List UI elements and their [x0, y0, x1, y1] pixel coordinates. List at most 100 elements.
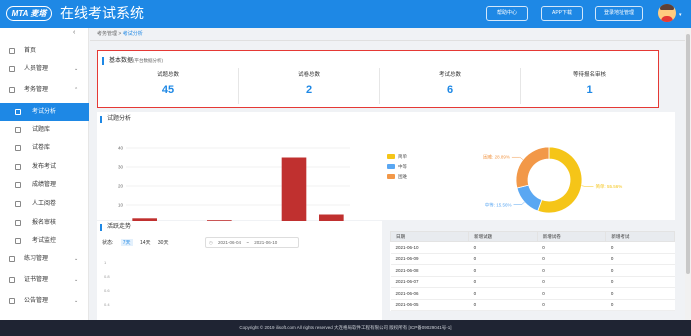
donut-slice-2 [515, 146, 550, 189]
donut-slice-1 [516, 184, 543, 212]
stat-paper-total: 试卷总数 2 [297, 72, 320, 96]
status-label: 状态: [102, 240, 114, 246]
table-cell: 0 [537, 264, 606, 277]
legend-label: 困难 [398, 173, 407, 180]
grading-icon [15, 201, 21, 207]
slice-leader [581, 185, 594, 187]
legend-label: 简单 [398, 153, 407, 160]
publish-icon [15, 164, 21, 170]
table-cell: 0 [605, 276, 675, 288]
user-icon [9, 66, 15, 72]
table-cell: 0 [468, 299, 538, 311]
table-cell: 0 [605, 241, 675, 254]
home-icon [9, 48, 15, 54]
legend-swatch [387, 164, 395, 169]
signup-icon [15, 220, 21, 226]
basic-data-title: 基本数据(平台数据分析) [102, 57, 163, 65]
calendar-icon: ◷ [209, 240, 213, 245]
table-cell: 0 [537, 253, 606, 265]
avatar[interactable] [658, 4, 676, 22]
login-address-button[interactable]: 登录地址管理 [595, 6, 643, 21]
activity-y-tick: 0.8 [104, 274, 110, 279]
sidebar-item-0[interactable]: 首页 [0, 42, 89, 60]
sidebar-item-12[interactable]: 证书管理 ⌄ [0, 271, 89, 289]
table-cell: 0 [537, 276, 606, 288]
table-cell: 0 [537, 299, 606, 311]
table-cell: 2021-06-06 [390, 287, 469, 300]
slice-label: 困难: 28.89% [483, 154, 510, 161]
sidebar: ‹ 首页 人员管理 ⌄ 考务管理 ⌃ 考试分析 试题库 试卷库 发布考试 成绩管理 人工阅卷 报名审核… [0, 28, 89, 320]
difficulty-donut-chart: 简单中等困难简单: 55.56% 中等: 15.56% 困难: 28.89% [387, 146, 622, 214]
notice-icon [9, 298, 15, 304]
table-cell: 0 [468, 253, 538, 265]
table-header: 新增考试 [605, 231, 675, 242]
sidebar-item-2[interactable]: 考务管理 ⌃ [0, 81, 89, 99]
legend-label: 中等 [398, 163, 407, 170]
range-14-days[interactable]: 14天 [140, 239, 151, 246]
analysis-icon [15, 109, 21, 115]
table-row: 2021-06-10 0 0 0 [390, 241, 675, 254]
table-cell: 0 [605, 299, 675, 311]
sidebar-item-9[interactable]: 报名审核 [0, 214, 89, 232]
y-tick-label: 30 [118, 165, 124, 170]
table-cell: 2021-06-07 [390, 276, 469, 288]
chevron-down-icon[interactable]: ▾ [679, 12, 682, 18]
chevron-icon: ⌃ [74, 87, 79, 93]
table-header: 新增试题 [468, 231, 538, 242]
breadcrumb-parent[interactable]: 考务管理 [97, 31, 117, 37]
date-range-picker[interactable]: ◷ 2021-06-04 ~ 2021-06-10 [205, 237, 299, 248]
scrollbar[interactable] [685, 28, 691, 320]
sidebar-item-13[interactable]: 公告管理 ⌄ [0, 292, 89, 310]
sidebar-item-11[interactable]: 练习管理 ⌄ [0, 250, 89, 268]
activity-table: 日期 新增试题 新增试卷 新增考试 2021-06-10 0 0 0 2021-06-09 0 0… [389, 231, 675, 311]
top-bar: MTA 麦塔 在线考试系统 帮助中心 APP下载 登录地址管理 ▾ [0, 0, 691, 28]
sidebar-item-6[interactable]: 发布考试 [0, 158, 89, 176]
sidebar-item-7[interactable]: 成绩管理 [0, 176, 89, 194]
chevron-icon: ⌄ [74, 298, 79, 304]
practice-icon [9, 256, 15, 262]
y-tick-label: 10 [118, 203, 124, 208]
table-cell: 2021-06-05 [390, 299, 469, 311]
table-row: 2021-06-06 0 0 0 [390, 287, 675, 300]
sidebar-item-8[interactable]: 人工阅卷 [0, 195, 89, 213]
sidebar-item-10[interactable]: 考试监控 [0, 232, 89, 250]
table-cell: 0 [468, 241, 538, 254]
activity-y-tick: 0.4 [104, 302, 110, 307]
table-cell: 0 [537, 287, 606, 300]
main-content: 考务管理 > 考试分析 基本数据(平台数据分析) 试题总数 45 试卷总数 2 … [90, 28, 691, 320]
sidebar-item-5[interactable]: 试卷库 [0, 139, 89, 157]
chevron-icon: ⌄ [74, 66, 79, 72]
footer: Copyright © 2019 ilisoft.com All rights … [0, 320, 691, 336]
monitor-icon [15, 238, 21, 244]
sidebar-item-3[interactable]: 考试分析 [0, 103, 89, 121]
app-logo[interactable]: MTA 麦塔 [6, 6, 52, 21]
stat-exam-total: 考试总数 6 [438, 72, 461, 96]
question-bank-icon [15, 127, 21, 133]
table-row: 2021-06-09 0 0 0 [390, 253, 675, 265]
legend-swatch [387, 154, 395, 159]
y-tick-label: 20 [118, 184, 124, 189]
table-cell: 0 [605, 264, 675, 277]
slice-label: 中等: 15.56% [485, 201, 512, 208]
chevron-icon: ⌄ [74, 256, 79, 262]
exam-icon [9, 87, 15, 93]
table-header: 新增试卷 [536, 231, 607, 242]
basic-data-panel: 基本数据(平台数据分析) 试题总数 45 试卷总数 2 考试总数 6 等待报名审… [97, 50, 659, 108]
question-analysis-title: 试题分析 [100, 116, 131, 123]
range-30-days[interactable]: 30天 [158, 239, 169, 246]
app-download-button[interactable]: APP下载 [541, 6, 583, 21]
help-center-button[interactable]: 帮助中心 [486, 6, 528, 21]
activity-y-tick: 0.6 [104, 288, 110, 293]
stat-pending-review: 等待报名审核 1 [572, 72, 606, 96]
bar-4 [281, 157, 307, 224]
certificate-icon [9, 277, 15, 283]
table-cell: 2021-06-10 [390, 241, 469, 254]
table-cell: 0 [468, 264, 538, 277]
range-7-days[interactable]: 7天 [120, 239, 133, 246]
sidebar-item-1[interactable]: 人员管理 ⌄ [0, 60, 89, 78]
score-icon [15, 182, 21, 188]
sidebar-item-4[interactable]: 试题库 [0, 121, 89, 139]
activity-title: 活跃走势 [100, 224, 131, 231]
chevron-left-icon[interactable]: ‹ [73, 29, 75, 36]
table-row: 2021-06-07 0 0 0 [390, 276, 675, 288]
